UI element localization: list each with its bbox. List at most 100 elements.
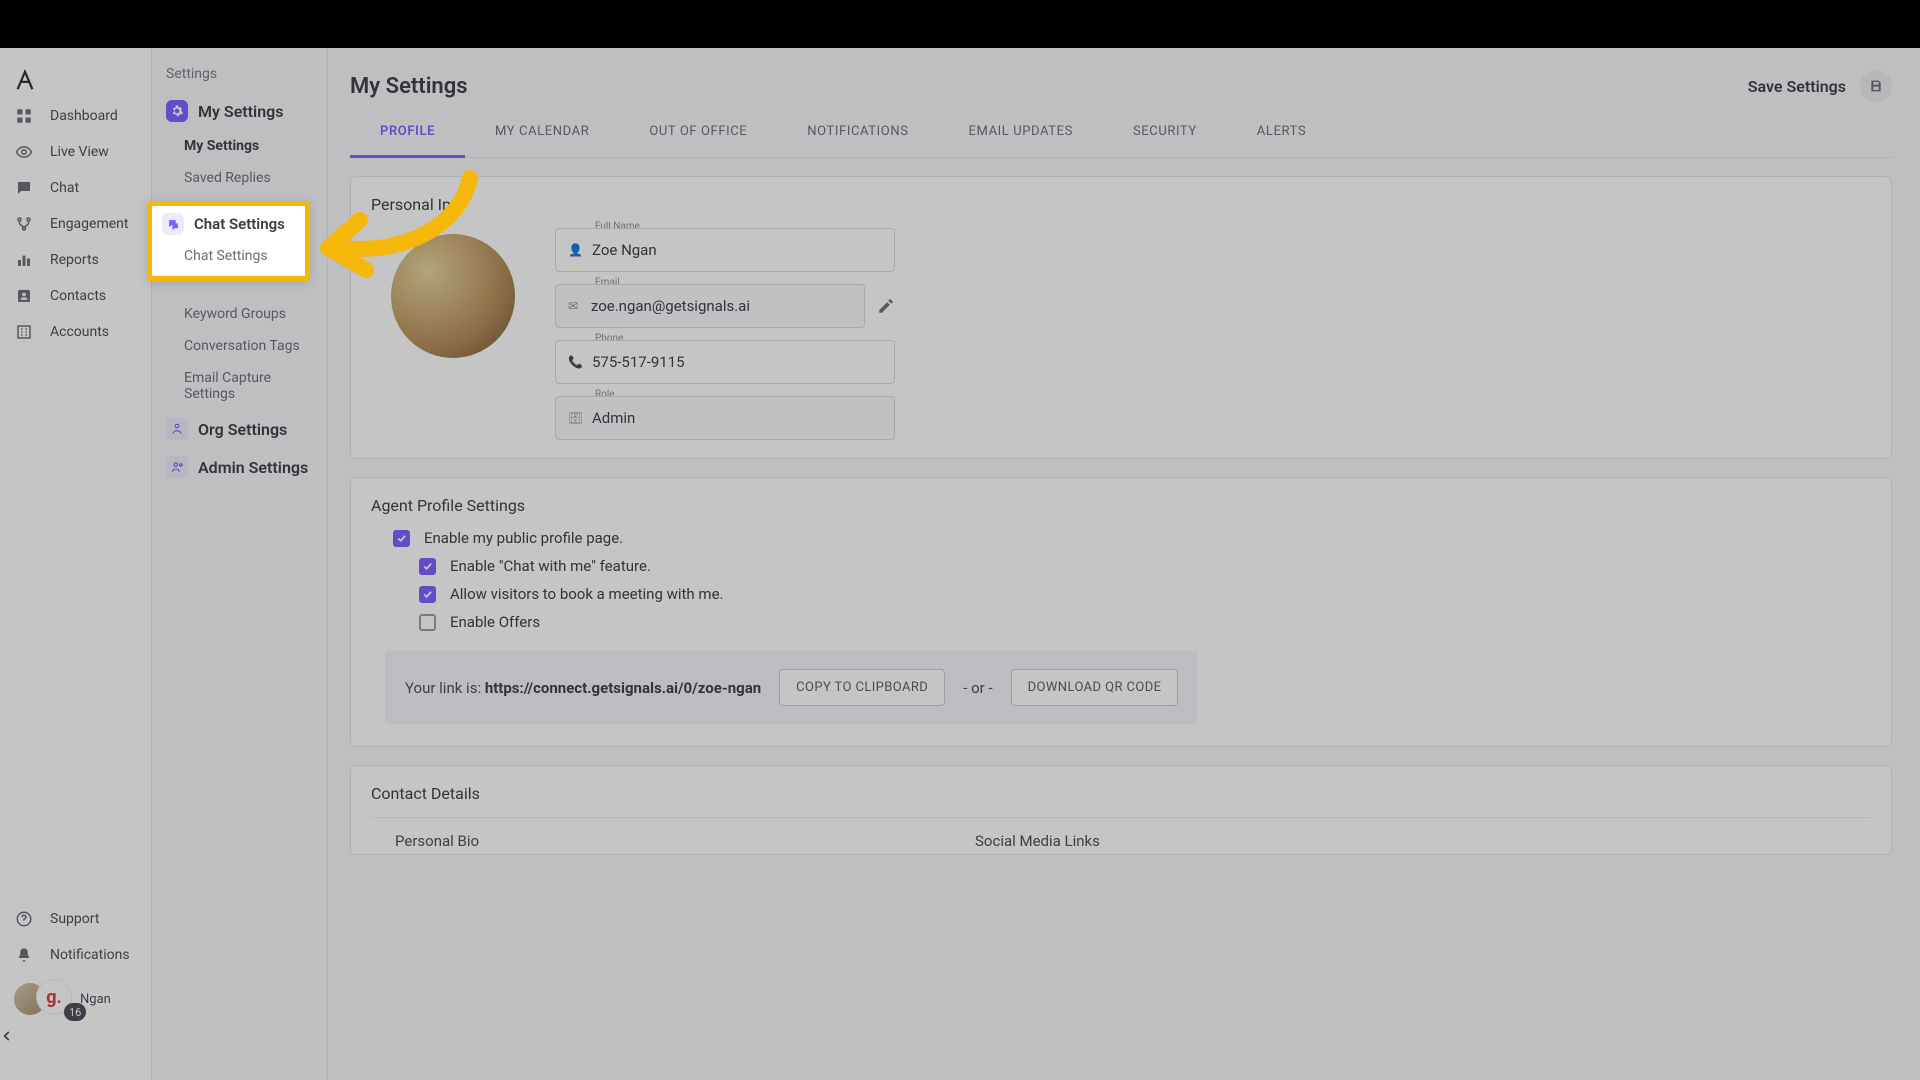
main-content: My Settings Save Settings PROFILE MY CAL… <box>328 48 1920 1080</box>
nav-label: Reports <box>50 252 99 268</box>
nav-chat[interactable]: Chat <box>0 170 151 206</box>
nav-live-view[interactable]: Live View <box>0 134 151 170</box>
checkbox-icon <box>419 558 436 575</box>
enable-public-profile-checkbox[interactable]: Enable my public profile page. <box>393 529 1871 547</box>
group-title: Org Settings <box>198 420 287 439</box>
nav-label: Chat <box>50 180 79 196</box>
nav-label: Support <box>50 911 99 927</box>
tab-security[interactable]: SECURITY <box>1103 110 1227 157</box>
sidebar-group-admin-settings[interactable]: Admin Settings <box>152 448 327 486</box>
avatar-stack: g. 16 <box>14 979 70 1019</box>
save-icon <box>1860 70 1892 102</box>
bar-chart-icon <box>14 250 34 270</box>
sidebar-item-email-capture[interactable]: Email Capture Settings <box>152 362 327 410</box>
user-icon: 👤 <box>568 243 582 257</box>
contact-icon <box>14 286 34 306</box>
profile-link-box: Your link is: https://connect.getsignals… <box>385 651 1198 724</box>
tab-my-calendar[interactable]: MY CALENDAR <box>465 110 619 157</box>
nav-accounts[interactable]: Accounts <box>0 314 151 350</box>
bell-icon <box>14 945 34 965</box>
nav-support[interactable]: Support <box>0 901 151 937</box>
nav-dashboard[interactable]: Dashboard <box>0 98 151 134</box>
user-name: Ngan <box>80 992 111 1007</box>
nav-user[interactable]: g. 16 Ngan <box>0 973 151 1029</box>
app-logo[interactable] <box>0 62 151 98</box>
profile-avatar[interactable] <box>391 234 515 358</box>
role-input <box>592 409 882 427</box>
settings-tabs: PROFILE MY CALENDAR OUT OF OFFICE NOTIFI… <box>350 110 1892 158</box>
card-title: Agent Profile Settings <box>371 496 1871 515</box>
full-name-input[interactable] <box>592 241 882 259</box>
tab-profile[interactable]: PROFILE <box>350 110 465 158</box>
nav-reports[interactable]: Reports <box>0 242 151 278</box>
collapse-sidebar-button[interactable] <box>0 1029 151 1068</box>
allow-book-meeting-checkbox[interactable]: Allow visitors to book a meeting with me… <box>419 585 1871 603</box>
option-label: Enable my public profile page. <box>424 529 623 547</box>
nav-notifications[interactable]: Notifications <box>0 937 151 973</box>
role-field: 🗄 <box>555 396 895 440</box>
personal-info-card: Personal Info Full Name 👤 Email <box>350 176 1892 459</box>
email-input <box>591 297 852 315</box>
nav-contacts[interactable]: Contacts <box>0 278 151 314</box>
eye-icon <box>14 142 34 162</box>
nav-label: Notifications <box>50 947 130 963</box>
copy-to-clipboard-button[interactable]: COPY TO CLIPBOARD <box>779 669 945 706</box>
chevron-left-icon <box>0 1029 141 1062</box>
nav-label: Live View <box>50 144 109 160</box>
nav-label: Engagement <box>50 216 128 232</box>
save-settings-button[interactable]: Save Settings <box>1748 70 1892 102</box>
gear-icon <box>166 100 188 122</box>
option-label: Enable "Chat with me" feature. <box>450 557 651 575</box>
option-label: Allow visitors to book a meeting with me… <box>450 585 723 603</box>
phone-input[interactable] <box>592 353 882 371</box>
left-nav: Dashboard Live View Chat Engagement Repo… <box>0 48 152 1080</box>
mail-icon: ✉ <box>568 299 581 313</box>
admin-icon <box>166 456 188 478</box>
group-title: Admin Settings <box>198 458 308 477</box>
org-icon <box>166 418 188 440</box>
sidebar-item-conversation-tags[interactable]: Conversation Tags <box>152 330 327 362</box>
chat-icon <box>14 178 34 198</box>
tab-notifications[interactable]: NOTIFICATIONS <box>777 110 938 157</box>
settings-sidebar: Settings My Settings My Settings Saved R… <box>152 48 328 1080</box>
building-icon <box>14 322 34 342</box>
enable-chat-with-me-checkbox[interactable]: Enable "Chat with me" feature. <box>419 557 1871 575</box>
contact-details-card: Contact Details Personal Bio Social Medi… <box>350 765 1892 855</box>
full-name-field[interactable]: 👤 <box>555 228 895 272</box>
link-prefix: Your link is: <box>405 679 485 697</box>
pencil-icon[interactable] <box>877 297 895 315</box>
email-field: ✉ <box>555 284 865 328</box>
agent-profile-card: Agent Profile Settings Enable my public … <box>350 477 1892 747</box>
briefcase-icon: 🗄 <box>568 411 582 425</box>
card-title: Personal Info <box>371 195 1871 214</box>
checkbox-icon <box>393 530 410 547</box>
sidebar-group-my-settings[interactable]: My Settings <box>152 92 327 130</box>
nav-label: Accounts <box>50 324 109 340</box>
or-separator: - or - <box>963 679 992 697</box>
enable-offers-checkbox[interactable]: Enable Offers <box>419 613 1871 631</box>
nav-label: Contacts <box>50 288 106 304</box>
sidebar-item-my-settings[interactable]: My Settings <box>152 130 327 162</box>
sidebar-item-company-profile[interactable]: Company Profile <box>152 194 327 226</box>
breadcrumb: Settings <box>152 66 327 92</box>
nav-engagement[interactable]: Engagement <box>0 206 151 242</box>
option-label: Enable Offers <box>450 613 540 631</box>
phone-field[interactable]: 📞 <box>555 340 895 384</box>
save-label: Save Settings <box>1748 77 1846 96</box>
page-title: My Settings <box>350 74 468 99</box>
notification-count-badge: 16 <box>64 1003 86 1021</box>
checkbox-icon <box>419 614 436 631</box>
tab-out-of-office[interactable]: OUT OF OFFICE <box>619 110 777 157</box>
tab-alerts[interactable]: ALERTS <box>1227 110 1336 157</box>
tab-email-updates[interactable]: EMAIL UPDATES <box>939 110 1103 157</box>
download-qr-button[interactable]: DOWNLOAD QR CODE <box>1011 669 1179 706</box>
social-links-heading: Social Media Links <box>975 832 1100 850</box>
sidebar-item-keyword-groups[interactable]: Keyword Groups <box>152 298 327 330</box>
sidebar-item-saved-replies[interactable]: Saved Replies <box>152 162 327 194</box>
help-icon <box>14 909 34 929</box>
grid-icon <box>14 106 34 126</box>
branch-icon <box>14 214 34 234</box>
phone-icon: 📞 <box>568 355 582 369</box>
personal-bio-heading: Personal Bio <box>395 832 895 850</box>
sidebar-group-org-settings[interactable]: Org Settings <box>152 410 327 448</box>
